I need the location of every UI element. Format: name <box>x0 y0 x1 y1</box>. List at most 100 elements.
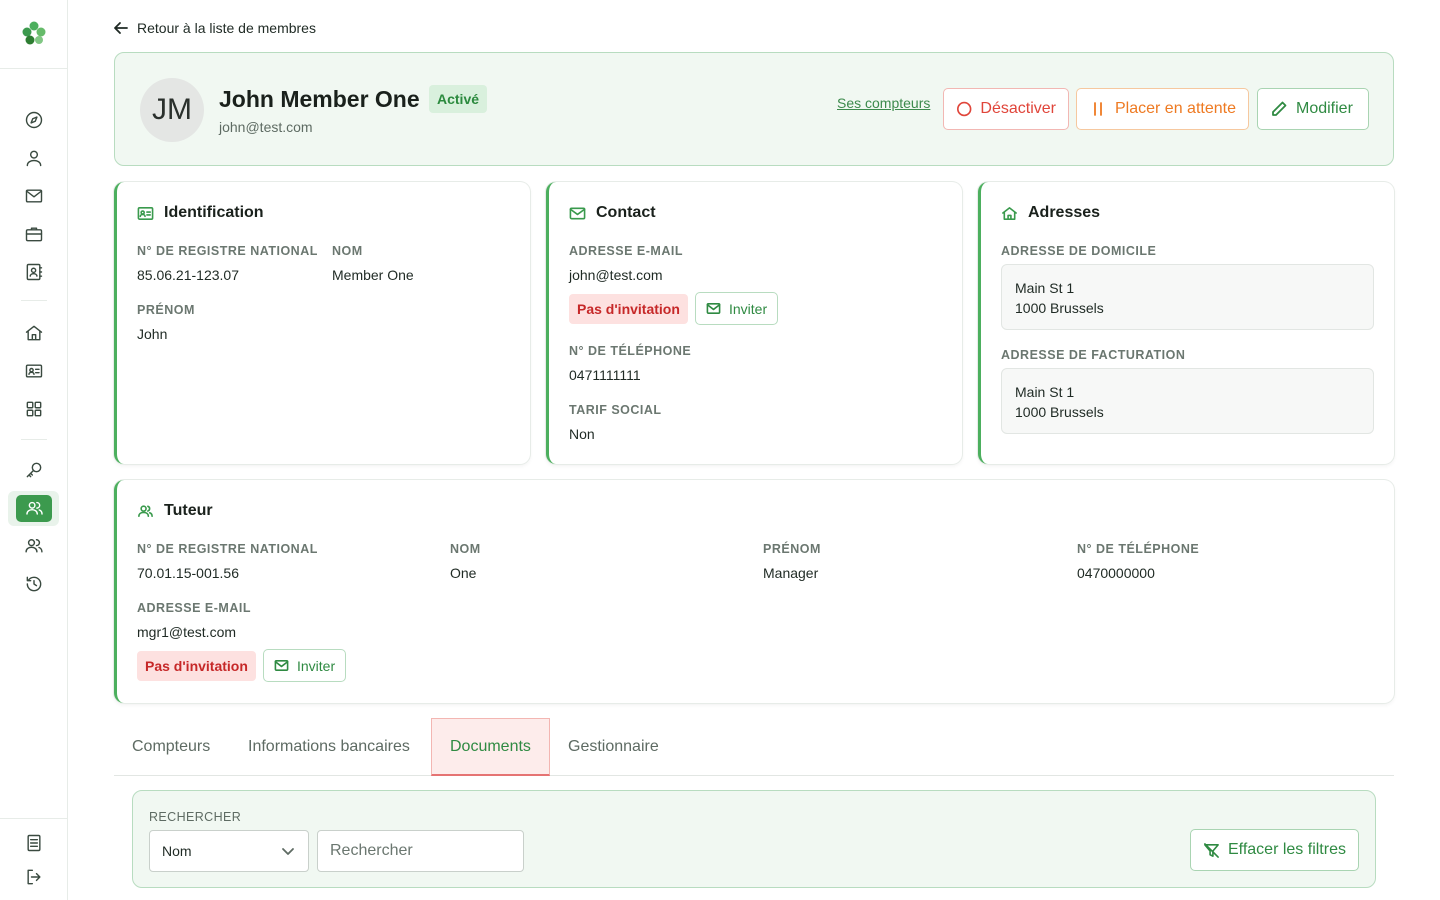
guardian-title: Tuteur <box>137 502 213 520</box>
circle-icon <box>957 101 972 117</box>
email-label: Adresse e-mail <box>569 244 683 258</box>
member-name: John Member One <box>219 86 420 112</box>
phone-label: N° de téléphone <box>569 344 692 358</box>
clear-filters-button-label: Effacer les filtres <box>1228 841 1346 858</box>
invitation-status-badge: Pas d'invitation <box>569 294 688 324</box>
pencil-icon <box>1272 101 1287 116</box>
search-input[interactable] <box>317 830 524 872</box>
firstname-label: Prénom <box>137 303 195 317</box>
contact-title: Contact <box>569 204 656 222</box>
contact-title-text: Contact <box>596 204 656 221</box>
invite-button[interactable]: Inviter <box>695 292 779 325</box>
pause-icon <box>1094 102 1102 116</box>
users-icon <box>138 504 153 517</box>
logout-icon[interactable] <box>22 865 46 889</box>
app-root: Retour à la liste de membres JM John Mem… <box>0 0 1440 900</box>
identification-title: Identification <box>137 204 264 222</box>
guardian-email-value: mgr1@test.com <box>137 624 237 640</box>
home-address-box: Main St 1 1000 Brussels <box>1001 264 1374 330</box>
guardian-phone-label: N° de téléphone <box>1077 542 1200 556</box>
nrn-label: N° de registre national <box>137 244 318 258</box>
guardian-nrn-label: N° de registre national <box>137 542 318 556</box>
sidebar-divider <box>21 300 47 301</box>
tab-manager[interactable]: Gestionnaire <box>550 718 677 776</box>
addresses-title: Adresses <box>1001 204 1100 222</box>
nrn-value: 85.06.21-123.07 <box>137 267 239 283</box>
member-header: JM John Member One Activé john@test.com … <box>114 52 1394 166</box>
invite-button-label: Inviter <box>729 300 768 317</box>
firstname-value: John <box>137 326 168 342</box>
home-icon[interactable] <box>22 321 46 345</box>
search-filter-label: RECHERCHER <box>149 810 242 824</box>
history-icon[interactable] <box>22 572 46 596</box>
lastname-value: Member One <box>332 267 414 283</box>
sidebar <box>0 0 68 900</box>
members-icon[interactable] <box>16 495 52 522</box>
billing-address-line2: 1000 Brussels <box>1015 404 1104 420</box>
guardian-invitation-status-badge: Pas d'invitation <box>137 651 256 681</box>
identification-title-text: Identification <box>164 204 264 221</box>
briefcase-icon[interactable] <box>22 222 46 246</box>
contact-book-icon[interactable] <box>22 260 46 284</box>
counters-link[interactable]: Ses compteurs <box>837 95 930 111</box>
edit-button[interactable]: Modifier <box>1257 88 1369 130</box>
user-icon[interactable] <box>22 146 46 170</box>
search-field-select[interactable]: Nom <box>149 830 309 872</box>
guardian-firstname-label: Prénom <box>763 542 821 556</box>
back-link[interactable]: Retour à la liste de membres <box>113 20 316 36</box>
identification-card: Identification N° de registre national 8… <box>114 182 530 464</box>
billing-address-line1: Main St 1 <box>1015 384 1075 400</box>
guardian-lastname-label: Nom <box>450 542 481 556</box>
arrow-left-icon <box>114 22 128 34</box>
member-email: john@test.com <box>219 119 313 135</box>
deactivate-button-label: Désactiver <box>980 100 1056 117</box>
addresses-title-text: Adresses <box>1028 204 1101 221</box>
document-icon[interactable] <box>22 831 46 855</box>
mail-icon[interactable] <box>22 184 46 208</box>
guardian-invite-button[interactable]: Inviter <box>263 649 347 682</box>
social-tariff-value: Non <box>569 426 595 442</box>
sidebar-divider <box>21 439 47 440</box>
id-card-icon[interactable] <box>22 359 46 383</box>
clear-filters-button[interactable]: Effacer les filtres <box>1190 829 1359 871</box>
mail-icon <box>569 207 586 219</box>
email-value: john@test.com <box>569 267 663 283</box>
back-link-label: Retour à la liste de membres <box>137 20 316 36</box>
tab-bank-info[interactable]: Informations bancaires <box>230 718 428 776</box>
guardian-title-text: Tuteur <box>164 502 213 519</box>
status-badge: Activé <box>429 85 488 113</box>
billing-address-label: Adresse de facturation <box>1001 348 1186 362</box>
guardian-invite-button-label: Inviter <box>297 657 336 674</box>
search-filters: RECHERCHER Nom Effacer les filtres <box>132 790 1376 888</box>
guardian-nrn-value: 70.01.15-001.56 <box>137 565 239 581</box>
managers-icon[interactable] <box>22 534 46 558</box>
guardian-phone-value: 0470000000 <box>1077 565 1155 581</box>
tab-counters[interactable]: Compteurs <box>114 718 228 776</box>
deactivate-button[interactable]: Désactiver <box>943 88 1069 130</box>
phone-value: 0471111111 <box>569 367 641 383</box>
social-tariff-label: Tarif social <box>569 403 662 417</box>
tab-bar: Compteurs Informations bancaires Documen… <box>114 718 1394 776</box>
edit-button-label: Modifier <box>1296 100 1353 117</box>
search-field-select-value: Nom <box>162 843 192 859</box>
id-card-icon <box>137 206 154 220</box>
addresses-card: Adresses Adresse de domicile Main St 1 1… <box>978 182 1394 464</box>
grid-icon[interactable] <box>22 397 46 421</box>
hold-button-label: Placer en attente <box>1115 100 1236 117</box>
avatar: JM <box>140 78 204 142</box>
home-icon <box>1002 206 1017 220</box>
home-address-label: Adresse de domicile <box>1001 244 1157 258</box>
logo-icon[interactable] <box>20 19 48 47</box>
sidebar-divider <box>0 68 67 69</box>
contact-card: Contact Adresse e-mail john@test.com Pas… <box>546 182 962 464</box>
key-icon[interactable] <box>22 458 46 482</box>
home-address-line1: Main St 1 <box>1015 280 1075 296</box>
compass-icon[interactable] <box>22 108 46 132</box>
guardian-lastname-value: One <box>450 565 477 581</box>
home-address-line2: 1000 Brussels <box>1015 300 1104 316</box>
tab-documents[interactable]: Documents <box>431 718 550 776</box>
guardian-email-label: Adresse e-mail <box>137 601 251 615</box>
hold-button[interactable]: Placer en attente <box>1076 88 1249 130</box>
sidebar-divider <box>0 818 67 819</box>
guardian-firstname-value: Manager <box>763 565 819 581</box>
